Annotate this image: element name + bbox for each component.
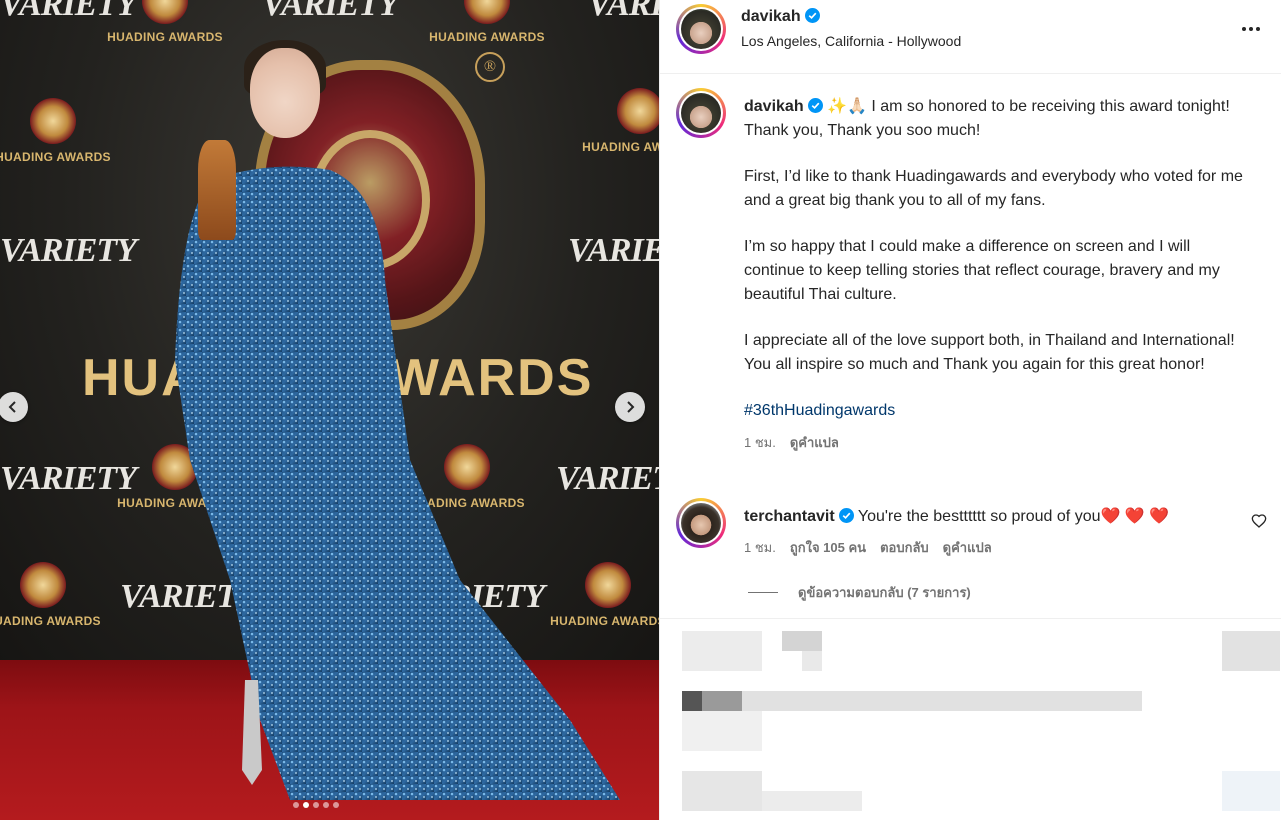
huading-logo: HUADING AWARDS bbox=[0, 98, 118, 164]
post-location[interactable]: Los Angeles, California - Hollywood bbox=[741, 33, 961, 49]
huading-logo: HUADING AWARDS bbox=[575, 88, 659, 154]
carousel-dot bbox=[293, 802, 299, 808]
variety-logo: VARIETY bbox=[588, 0, 659, 23]
comment-body: terchantavit You're the bestttttt so pro… bbox=[744, 505, 1244, 529]
carousel-dot bbox=[303, 802, 309, 808]
post-caption: davikah ✨🙏🏻 I am so honored to be receiv… bbox=[744, 95, 1254, 455]
more-dot-icon bbox=[1249, 27, 1253, 31]
carousel-indicator bbox=[293, 802, 339, 808]
commenter-avatar[interactable] bbox=[676, 498, 726, 548]
caption-author-avatar[interactable] bbox=[676, 88, 726, 138]
carousel-dot bbox=[333, 802, 339, 808]
variety-logo: VARIETY bbox=[262, 0, 399, 23]
caption-first-paragraph: davikah ✨🙏🏻 I am so honored to be receiv… bbox=[744, 95, 1254, 143]
comment-likes-count[interactable]: ถูกใจ 105 คน bbox=[790, 536, 866, 560]
hashtag-link[interactable]: #36thHuadingawards bbox=[744, 402, 895, 419]
carousel-dot bbox=[323, 802, 329, 808]
huading-logo: HUADING AWARDS bbox=[422, 0, 552, 44]
carousel-next-button[interactable] bbox=[615, 392, 645, 422]
chevron-left-icon bbox=[8, 401, 16, 413]
caption-timestamp[interactable]: 1 ชม. bbox=[744, 431, 776, 455]
huading-logo: HUADING AWARDS bbox=[0, 562, 108, 628]
comment-meta: 1 ชม. ถูกใจ 105 คน ตอบกลับ ดูคำแปล bbox=[744, 536, 1244, 560]
verified-badge-icon bbox=[838, 508, 854, 523]
carousel-dot bbox=[313, 802, 319, 808]
post-header: davikah Los Angeles, California - Hollyw… bbox=[660, 0, 1281, 74]
comment-timestamp[interactable]: 1 ชม. bbox=[744, 536, 776, 560]
instagram-post-view: VARIETY VARIETY VARIETY HUADING AWARDS H… bbox=[0, 0, 1281, 820]
more-options-button[interactable] bbox=[1238, 18, 1264, 40]
post-details-pane: davikah Los Angeles, California - Hollyw… bbox=[659, 0, 1281, 820]
caption-translate-link[interactable]: ดูคำแปล bbox=[790, 431, 839, 455]
divider-line bbox=[748, 592, 778, 593]
face bbox=[250, 48, 320, 138]
comment-translate-link[interactable]: ดูคำแปล bbox=[943, 536, 992, 560]
caption-username[interactable]: davikah bbox=[744, 98, 804, 115]
chevron-right-icon bbox=[627, 401, 635, 413]
pixelated-region bbox=[660, 618, 1281, 820]
like-comment-heart-icon[interactable] bbox=[1251, 513, 1267, 529]
caption-paragraph: I appreciate all of the love support bot… bbox=[744, 332, 1235, 373]
more-dot-icon bbox=[1256, 27, 1260, 31]
comment-item: terchantavit You're the bestttttt so pro… bbox=[744, 505, 1244, 560]
registered-mark: ® bbox=[475, 52, 505, 82]
comment-hearts: ❤️ ❤️ ❤️ bbox=[1100, 508, 1170, 525]
author-name-row: davikah bbox=[741, 8, 820, 26]
post-media[interactable]: VARIETY VARIETY VARIETY HUADING AWARDS H… bbox=[0, 0, 659, 820]
author-avatar[interactable] bbox=[676, 4, 726, 54]
verified-badge-icon bbox=[804, 8, 820, 23]
caption-emoji: ✨🙏🏻 bbox=[827, 98, 867, 115]
caption-meta: 1 ชม. ดูคำแปล bbox=[744, 431, 1254, 455]
comment-reply-button[interactable]: ตอบกลับ bbox=[880, 536, 929, 560]
caption-paragraph: First, I’d like to thank Huadingawards a… bbox=[744, 168, 1243, 209]
sequin-gown-figure bbox=[175, 166, 620, 800]
comment-username[interactable]: terchantavit bbox=[744, 508, 835, 525]
comment-text: You're the bestttttt so proud of you bbox=[857, 508, 1101, 525]
author-username[interactable]: davikah bbox=[741, 8, 801, 25]
more-dot-icon bbox=[1242, 27, 1246, 31]
verified-badge-icon bbox=[807, 98, 823, 113]
view-replies-label: ดูข้อความตอบกลับ (7 รายการ) bbox=[798, 585, 971, 600]
view-replies-toggle[interactable]: ดูข้อความตอบกลับ (7 รายการ) bbox=[748, 582, 971, 603]
trophy bbox=[198, 140, 236, 240]
huading-logo: HUADING AWARDS bbox=[100, 0, 230, 44]
variety-logo: VARIETY bbox=[0, 232, 137, 269]
caption-paragraph: I’m so happy that I could make a differe… bbox=[744, 238, 1220, 303]
